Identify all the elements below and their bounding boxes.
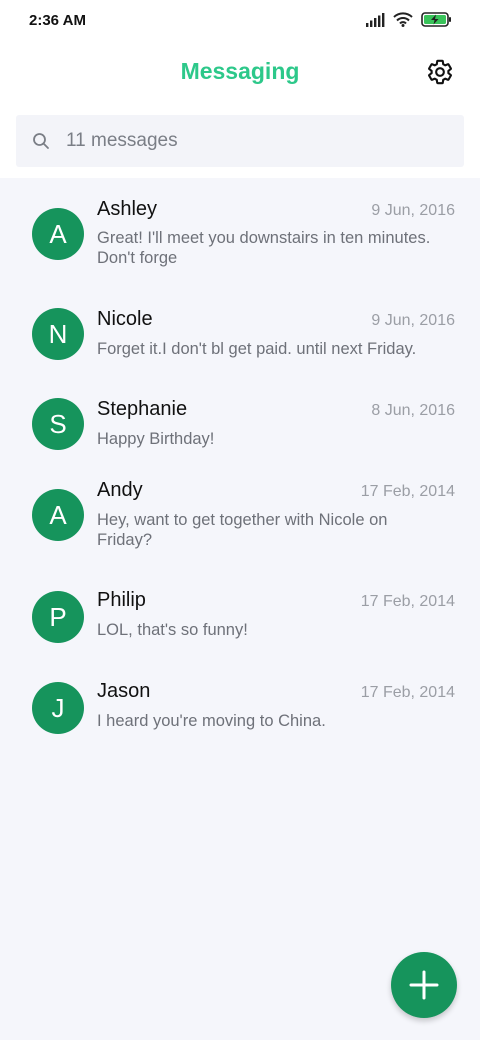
wifi-icon [393,12,413,32]
status-time: 2:36 AM [29,12,86,29]
settings-button[interactable] [426,58,454,86]
sender-name: Philip [97,589,146,611]
status-icons [365,12,452,32]
search-bar[interactable] [16,115,464,167]
search-input[interactable] [66,115,446,167]
message-item[interactable]: J Jason 17 Feb, 2014 I heard you're movi… [0,671,480,762]
message-item[interactable]: A Ashley 9 Jun, 2016 Great! I'll meet yo… [0,178,480,289]
battery-charging-icon [421,12,452,32]
message-preview: Hey, want to get together with Nicole on… [97,511,388,549]
message-preview: I heard you're moving to China. [97,712,326,730]
message-item[interactable]: P Philip 17 Feb, 2014 LOL, that's so fun… [0,580,480,671]
sender-name: Stephanie [97,398,188,420]
avatar: A [32,208,84,260]
message-item[interactable]: N Nicole 9 Jun, 2016 Forget it.I don't b… [0,289,480,379]
new-message-button[interactable] [391,952,457,1018]
avatar: P [32,591,84,643]
message-preview: LOL, that's so funny! [97,621,248,639]
message-date: 8 Jun, 2016 [371,402,455,419]
page-title: Messaging [180,58,300,84]
message-date: 9 Jun, 2016 [371,312,455,329]
status-bar: 2:36 AM [0,0,480,44]
avatar: N [32,308,84,360]
avatar: A [32,489,84,541]
gear-icon [428,59,452,85]
message-date: 17 Feb, 2014 [360,684,455,701]
message-preview: Happy Birthday! [97,430,215,448]
sender-name: Jason [97,680,151,702]
message-preview: Great! I'll meet you downstairs in ten m… [97,229,431,267]
message-item[interactable]: A Andy 17 Feb, 2014 Hey, want to get tog… [0,470,480,580]
message-list: A Ashley 9 Jun, 2016 Great! I'll meet yo… [0,178,480,762]
app-header: Messaging [0,44,480,102]
avatar: J [32,682,84,734]
message-preview: Forget it.I don't bl get paid. until nex… [97,340,417,358]
message-date: 17 Feb, 2014 [360,593,455,610]
avatar: S [32,398,84,450]
message-item[interactable]: S Stephanie 8 Jun, 2016 Happy Birthday! [0,379,480,470]
sender-name: Andy [97,479,143,501]
plus-icon [409,970,439,1000]
message-date: 9 Jun, 2016 [371,202,455,219]
search-icon [32,132,50,150]
sender-name: Nicole [97,308,153,330]
message-date: 17 Feb, 2014 [360,483,455,500]
sender-name: Ashley [97,198,158,220]
signal-icon [365,12,385,32]
